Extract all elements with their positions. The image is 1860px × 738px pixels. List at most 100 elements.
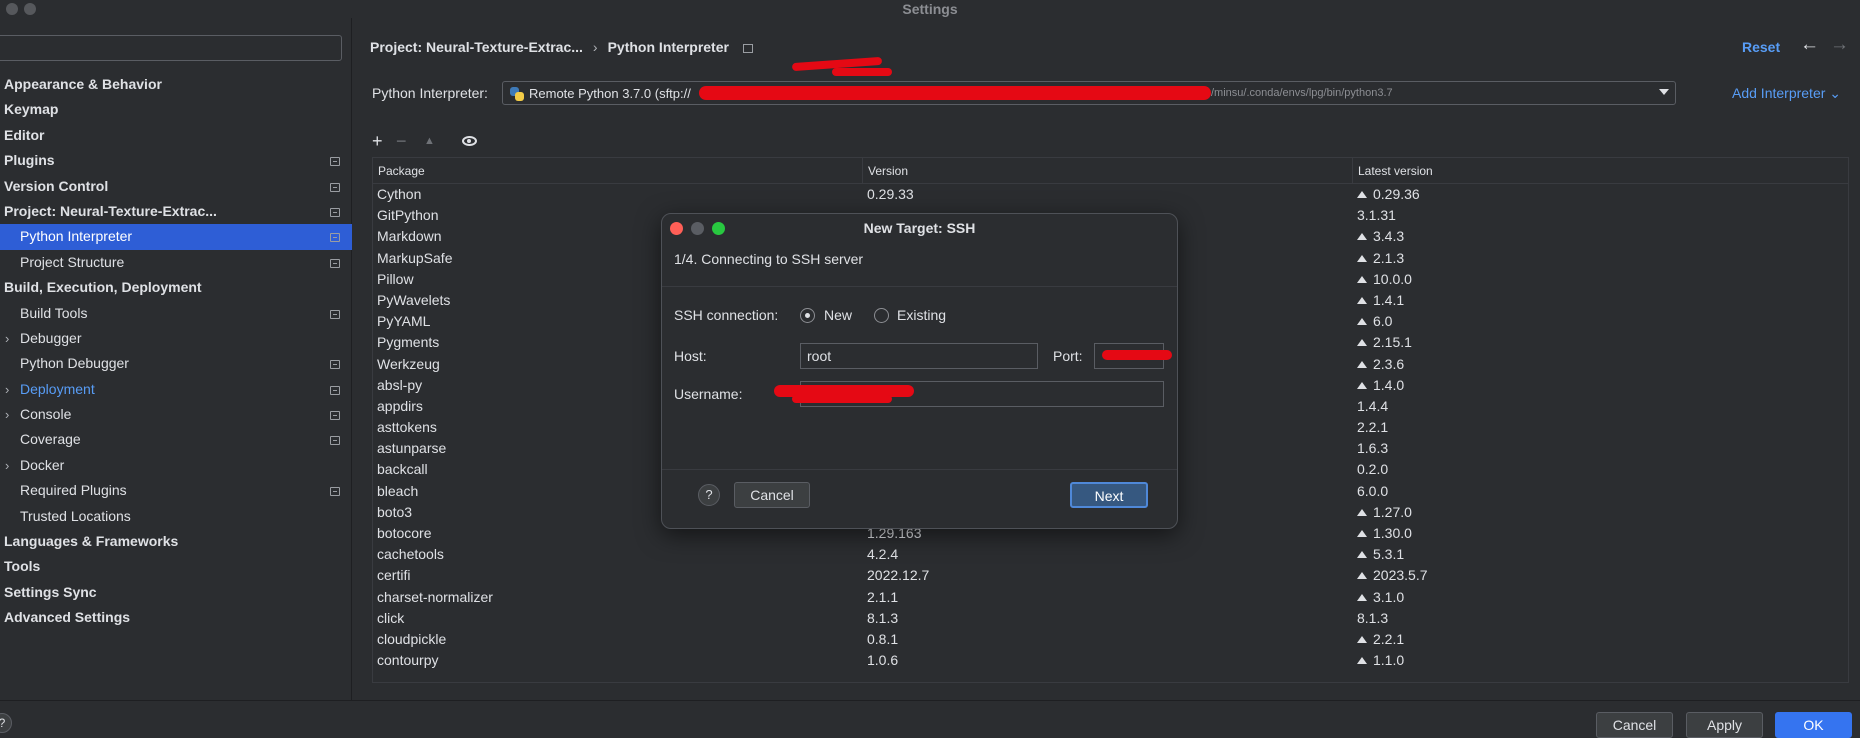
radio-new-label[interactable]: New [824,307,852,323]
sidebar-item-label: Version Control [4,177,109,194]
chevron-right-icon[interactable]: › [5,377,9,402]
latest-version-cell: 10.0.0 [1357,271,1412,287]
latest-version-cell: 2.3.6 [1357,356,1404,372]
sidebar-item-label: Build, Execution, Deployment [4,279,202,296]
table-row[interactable]: cachetools 4.2.4 5.3.1 [373,544,1848,565]
help-button[interactable]: ? [698,484,720,506]
package-name-cell: Werkzeug [377,355,440,372]
eye-icon[interactable] [462,136,477,146]
reset-link[interactable]: Reset [1742,39,1780,55]
table-row[interactable]: click 8.1.3 8.1.3 [373,608,1848,629]
sidebar-item[interactable]: Build Tools [0,301,352,326]
upgrade-package-button[interactable]: ▲ [424,131,435,151]
package-name-cell: asttokens [377,419,437,436]
add-interpreter-button[interactable]: Add Interpreter ⌄ [1732,85,1841,102]
version-cell: 2.1.1 [867,588,899,605]
host-input[interactable]: root [800,343,1038,369]
sidebar-item[interactable]: Keymap [0,97,352,122]
sidebar-item[interactable]: Trusted Locations [0,504,352,529]
back-arrow-icon[interactable]: ← [1800,34,1819,56]
sidebar-item[interactable]: Settings Sync [0,580,352,605]
sidebar-item[interactable]: › Debugger [0,326,352,351]
dialog-title: New Target: SSH [863,220,976,236]
sidebar-item[interactable]: Version Control [0,174,352,199]
remove-package-button[interactable]: − [396,131,407,151]
sidebar-item[interactable]: › Console [0,402,352,427]
sidebar-item[interactable]: Build, Execution, Deployment [0,275,352,300]
upgrade-arrow-icon [1357,530,1367,537]
column-header-package[interactable]: Package [378,164,425,178]
table-row[interactable]: cloudpickle 0.8.1 2.2.1 [373,629,1848,650]
table-row[interactable]: contourpy 1.0.6 1.1.0 [373,650,1848,671]
chevron-right-icon[interactable]: › [5,453,9,478]
column-header-latest[interactable]: Latest version [1358,164,1433,178]
pin-icon [330,233,340,243]
sidebar-item[interactable]: Tools [0,554,352,579]
settings-search-box[interactable] [0,35,342,61]
column-header-version[interactable]: Version [868,164,908,178]
upgrade-arrow-icon [1357,254,1367,262]
interpreter-select[interactable]: Remote Python 3.7.0 (sftp:// /minsu/.con… [502,81,1676,105]
dialog-cancel-button[interactable]: Cancel [734,482,810,508]
sidebar-item[interactable]: Coverage [0,427,352,452]
apply-button[interactable]: Apply [1686,712,1763,738]
radio-new[interactable] [800,308,815,323]
sidebar-item[interactable]: › Deployment [0,377,352,402]
sidebar-item[interactable]: Languages & Frameworks [0,529,352,554]
version-cell: 0.29.33 [867,186,914,202]
latest-version-text: 2.2.1 [1357,419,1389,436]
upgrade-arrow-icon [1357,318,1367,326]
chevron-down-icon: ⌄ [1829,85,1842,101]
package-name-cell: PyYAML [377,313,431,330]
next-button[interactable]: Next [1070,482,1148,508]
forward-arrow-icon[interactable]: → [1830,34,1849,56]
sidebar-item[interactable]: Advanced Settings [0,605,352,630]
latest-version-cell: 3.1.31 [1357,207,1396,223]
table-row[interactable]: charset-normalizer 2.1.1 3.1.0 [373,587,1848,608]
radio-existing-label[interactable]: Existing [897,307,946,323]
add-package-button[interactable]: + [372,131,383,151]
sidebar-item[interactable]: Plugins [0,148,352,173]
sidebar-item[interactable]: Project: Neural-Texture-Extrac... [0,199,352,224]
package-name-cell: cloudpickle [377,630,447,647]
version-cell: 8.1.3 [867,609,899,626]
sidebar-item[interactable]: › Docker [0,453,352,478]
sidebar-item-label: Python Debugger [20,355,129,372]
latest-version-text: 2.2.1 [1373,630,1405,647]
latest-version-cell: 2.2.1 [1357,419,1388,435]
pin-icon [330,411,340,421]
help-button[interactable]: ? [0,713,12,733]
package-name-cell: click [377,609,405,626]
package-name-cell: MarkupSafe [377,249,453,266]
chevron-right-icon[interactable]: › [5,326,9,351]
latest-version-text: 3.4.3 [1373,228,1405,245]
table-row[interactable]: certifi 2022.12.7 2023.5.7 [373,565,1848,586]
sidebar-item-label: Deployment [20,380,95,397]
sidebar-item[interactable]: Appearance & Behavior [0,72,352,97]
cancel-button[interactable]: Cancel [1596,712,1673,738]
settings-search-input[interactable] [0,36,341,60]
table-row[interactable]: Cython 0.29.33 0.29.36 [373,184,1848,205]
sidebar-item-label: Python Interpreter [20,228,133,245]
sidebar-item[interactable]: Editor [0,123,352,148]
package-name-cell: GitPython [377,207,439,224]
sidebar-item[interactable]: Required Plugins [0,478,352,503]
sidebar-item[interactable]: Project Structure [0,250,352,275]
radio-existing[interactable] [874,308,889,323]
package-name-cell: appdirs [377,397,423,414]
upgrade-arrow-icon [1357,191,1367,198]
latest-version-cell: 1.6.3 [1357,440,1388,456]
upgrade-arrow-icon [1357,275,1367,283]
upgrade-arrow-icon [1357,635,1367,643]
package-name-cell: absl-py [377,376,423,393]
chevron-right-icon[interactable]: › [5,402,9,427]
dialog-step-title: 1/4. Connecting to SSH server [674,251,864,267]
sidebar-item-label: Required Plugins [20,482,127,499]
ok-button[interactable]: OK [1775,712,1852,738]
version-cell: 1.0.6 [867,652,899,669]
breadcrumb-project[interactable]: Project: Neural-Texture-Extrac... [370,39,583,55]
latest-version-cell: 1.4.1 [1357,292,1404,308]
ssh-connection-label: SSH connection: [674,307,779,323]
sidebar-item[interactable]: Python Interpreter [0,224,352,250]
sidebar-item[interactable]: Python Debugger [0,351,352,376]
